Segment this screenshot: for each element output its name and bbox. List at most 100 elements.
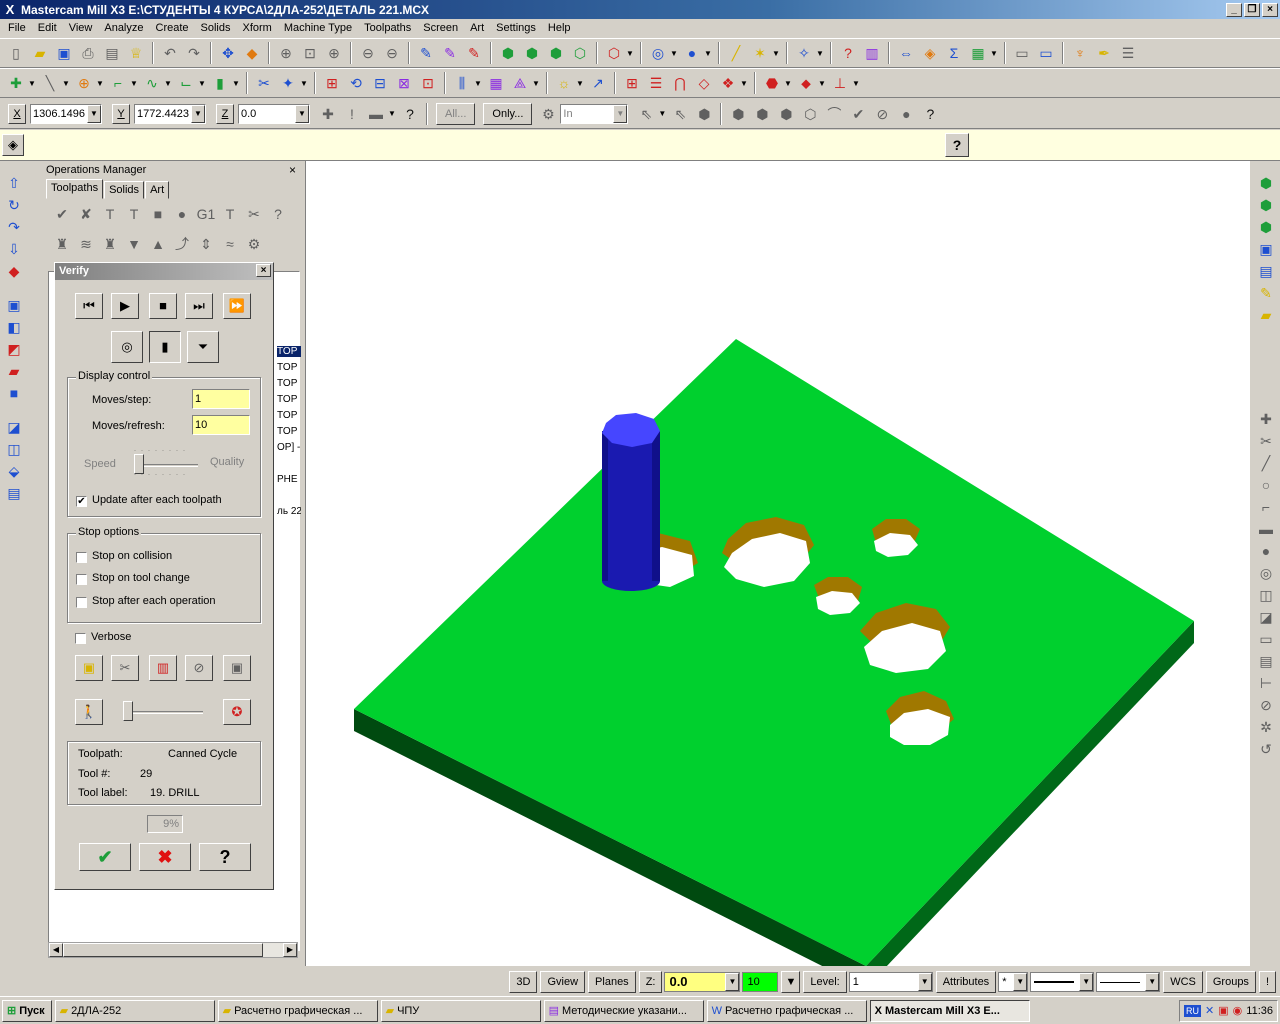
tab-solids[interactable]: Solids xyxy=(104,181,145,199)
zoom-out-icon[interactable]: ⊖ xyxy=(381,42,403,64)
rewind-button[interactable]: ⏮ xyxy=(75,293,103,319)
run-icon[interactable]: ✪ xyxy=(223,699,251,725)
sim-speed-slider[interactable] xyxy=(123,701,133,721)
solid-face-icon[interactable]: ⬢ xyxy=(727,103,749,125)
units-dropdown[interactable]: In ▼ xyxy=(560,103,629,124)
stock-display-button[interactable]: ⏷ xyxy=(187,331,219,363)
cut-icon[interactable]: ▰ xyxy=(4,361,24,381)
new-file-icon[interactable]: ▯ xyxy=(5,42,27,64)
scroll-left-icon[interactable]: ◀ xyxy=(49,943,63,957)
regen-dirty-icon[interactable]: T xyxy=(123,203,145,225)
menu-analyze[interactable]: Analyze xyxy=(98,20,149,37)
cup-icon[interactable]: ♕ xyxy=(125,42,147,64)
print-icon[interactable]: ⎙ xyxy=(77,42,99,64)
circle-icon[interactable]: ⊕ xyxy=(73,72,95,94)
list-icon[interactable]: ☰ xyxy=(645,72,667,94)
drag-icon[interactable]: ▦ xyxy=(485,72,507,94)
taskbar-item[interactable]: ▤ Методические указани... xyxy=(543,999,704,1022)
tool-r9-icon[interactable]: ◪ xyxy=(1256,607,1276,627)
solid-loop-icon[interactable]: ⬡ xyxy=(799,103,821,125)
minimize-button[interactable]: _ xyxy=(1226,2,1242,17)
ops-settings-icon[interactable]: ⚙ xyxy=(243,233,265,255)
select-all-ops-icon[interactable]: ✔ xyxy=(51,203,73,225)
loop-icon[interactable]: ↻ xyxy=(4,195,24,215)
cube-top-icon[interactable]: ⬢ xyxy=(1256,195,1276,215)
x-label[interactable]: X xyxy=(8,103,26,124)
cylinder-icon[interactable]: ▮ xyxy=(209,72,231,94)
pan-icon[interactable]: ✥ xyxy=(217,42,239,64)
box-icon[interactable]: ▣ xyxy=(4,295,24,315)
scale-icon[interactable]: ⊡ xyxy=(417,72,439,94)
monitor-icon[interactable]: ▭ xyxy=(1011,42,1033,64)
menu-xform[interactable]: Xform xyxy=(237,20,278,37)
arrow-down-icon[interactable]: ⇩ xyxy=(4,239,24,259)
tray-network-icon[interactable]: ▣ xyxy=(1218,1004,1228,1017)
solid-icon[interactable]: ◈ xyxy=(919,42,941,64)
inspect-icon[interactable]: ⊘ xyxy=(185,655,213,681)
translate-icon[interactable]: ⊞ xyxy=(321,72,343,94)
graphics-viewport[interactable] xyxy=(305,161,1250,988)
arc-icon[interactable]: ↷ xyxy=(4,217,24,237)
tool-r11-icon[interactable]: ▤ xyxy=(1256,651,1276,671)
cursor-icon[interactable]: ⇖ xyxy=(635,103,657,125)
create-line-icon[interactable]: ╲ xyxy=(39,72,61,94)
screen-icon[interactable]: ▭ xyxy=(1035,42,1057,64)
solid-body-icon[interactable]: ⬢ xyxy=(775,103,797,125)
insert-arrow-icon[interactable]: ⤴ xyxy=(171,233,193,255)
fillet-icon[interactable]: ⌐ xyxy=(107,72,129,94)
planes-button[interactable]: Planes xyxy=(588,971,636,993)
layers-icon[interactable]: ☰ xyxy=(1117,42,1139,64)
undo-icon[interactable]: ↶ xyxy=(159,42,181,64)
tool-r13-icon[interactable]: ⊘ xyxy=(1256,695,1276,715)
shade-icon[interactable]: ✎ xyxy=(439,42,461,64)
cube-front-icon[interactable]: ⬢ xyxy=(1256,217,1276,237)
arch-icon[interactable]: ⋂ xyxy=(669,72,691,94)
boolean-icon[interactable]: ◩ xyxy=(4,339,24,359)
zoom-window-icon[interactable]: ⊕ xyxy=(275,42,297,64)
globe-icon[interactable]: ◎ xyxy=(647,42,669,64)
speed-quality-slider[interactable] xyxy=(134,454,144,474)
tree-item[interactable]: TOP xyxy=(277,378,301,389)
attributes-button[interactable]: Attributes xyxy=(935,971,997,993)
menu-machine-type[interactable]: Machine Type xyxy=(278,20,358,37)
close-icon[interactable]: × xyxy=(289,161,296,179)
menu-solids[interactable]: Solids xyxy=(195,20,237,37)
toggle-display-icon[interactable]: ≋ xyxy=(75,233,97,255)
repaint-icon[interactable]: ✎ xyxy=(415,42,437,64)
shell-icon[interactable]: ◧ xyxy=(4,317,24,337)
move-down-icon[interactable]: ▼ xyxy=(123,233,145,255)
taskbar-item[interactable]: ▰ 2ДЛА-252 xyxy=(54,999,215,1022)
tag-multi-icon[interactable]: ❖ xyxy=(717,72,739,94)
tool-r14-icon[interactable]: ✲ xyxy=(1256,717,1276,737)
menu-screen[interactable]: Screen xyxy=(417,20,464,37)
select-dirty-icon[interactable]: ✘ xyxy=(75,203,97,225)
groups-button[interactable]: Groups xyxy=(1205,971,1256,993)
tool-r15-icon[interactable]: ↺ xyxy=(1256,739,1276,759)
view-save-icon[interactable]: ▣ xyxy=(1256,239,1276,259)
view-3d-button[interactable]: 3D xyxy=(509,971,538,993)
chart-icon[interactable]: ▥ xyxy=(861,42,883,64)
sphere-icon[interactable]: ● xyxy=(681,42,703,64)
tray-x-icon[interactable]: ✕ xyxy=(1205,1004,1214,1017)
book-icon[interactable]: ▣ xyxy=(75,655,103,681)
tray-antivirus-icon[interactable]: ◉ xyxy=(1233,1004,1243,1017)
point-style-dropdown[interactable]: * ▼ xyxy=(998,972,1029,992)
grid-icon[interactable]: ▦ xyxy=(967,42,989,64)
tool-r4-icon[interactable]: ⌐ xyxy=(1256,497,1276,517)
select-help-icon[interactable]: ? xyxy=(919,103,941,125)
taskbar-item[interactable]: ▰ ЧПУ xyxy=(380,999,541,1022)
plus-icon[interactable]: ✚ xyxy=(1256,409,1276,429)
line-style-dropdown[interactable]: ▼ xyxy=(1030,972,1095,992)
line-width-dropdown[interactable]: ▼ xyxy=(1096,972,1161,992)
tool-r10-icon[interactable]: ▭ xyxy=(1256,629,1276,649)
solid-draft-icon[interactable]: ⬙ xyxy=(4,461,24,481)
fast-point-icon[interactable]: ✚ xyxy=(317,103,339,125)
backplot-icon[interactable]: ■ xyxy=(147,203,169,225)
taskbar-item-active[interactable]: X Mastercam Mill X3 E... xyxy=(869,999,1030,1022)
menu-file[interactable]: File xyxy=(2,20,32,37)
stop-on-tool-change-checkbox[interactable] xyxy=(76,574,87,585)
menu-create[interactable]: Create xyxy=(150,20,195,37)
stretch-icon[interactable]: ⟁ xyxy=(509,72,531,94)
tool-r7-icon[interactable]: ◎ xyxy=(1256,563,1276,583)
scissors-icon[interactable]: ✂ xyxy=(111,655,139,681)
